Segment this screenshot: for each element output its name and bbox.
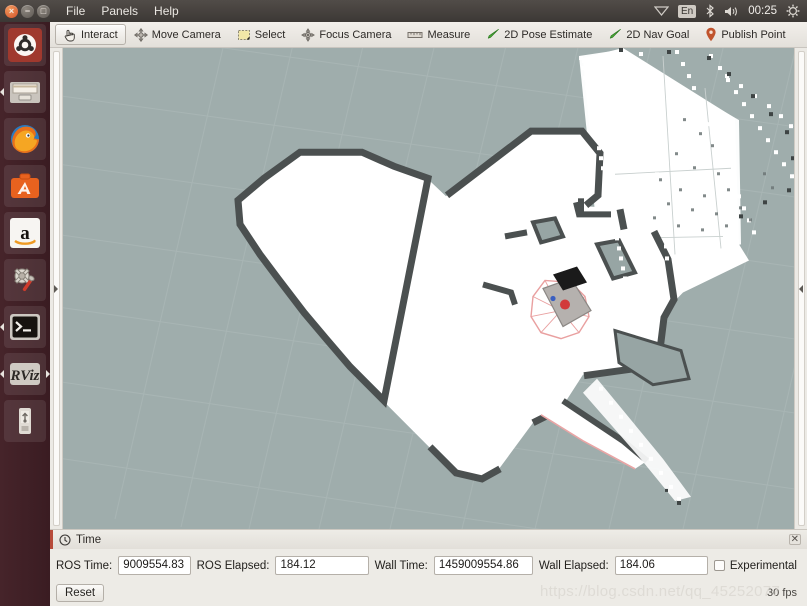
tool-pose-estimate-button[interactable]: 2D Pose Estimate — [478, 24, 600, 45]
tool-pose-estimate-label: 2D Pose Estimate — [504, 28, 593, 41]
network-icon[interactable] — [653, 3, 669, 19]
keyboard-layout-indicator[interactable]: En — [677, 4, 697, 18]
desktop-top-panel: × − □ File Panels Help En 00:25 — [0, 0, 807, 22]
system-tray: En 00:25 — [653, 3, 807, 19]
maximize-icon: □ — [40, 5, 47, 16]
time-panel-header: Time ✕ — [50, 530, 807, 549]
close-icon: × — [8, 5, 15, 16]
tool-select-label: Select — [254, 28, 286, 41]
power-gear-icon[interactable] — [786, 3, 800, 19]
green-arrow-icon — [610, 28, 622, 38]
occupancy-grid-map — [63, 48, 794, 529]
launcher-item-terminal[interactable] — [4, 306, 46, 348]
watermark-text: https://blog.csdn.net/qq_45252077 — [540, 583, 781, 600]
launcher-item-ubuntu-dash[interactable] — [4, 24, 46, 66]
system-settings-icon — [14, 268, 35, 292]
time-panel-close-button[interactable]: ✕ — [788, 534, 801, 545]
clock-icon — [59, 533, 71, 546]
tool-publish-point-label: Publish Point — [721, 28, 786, 41]
window-controls: × − □ — [0, 4, 50, 18]
launcher-item-system-settings[interactable] — [4, 259, 46, 301]
tool-focus-camera-button[interactable]: Focus Camera — [293, 24, 399, 45]
experimental-checkbox[interactable] — [713, 560, 725, 571]
expand-left-panel-arrow-icon — [54, 284, 58, 293]
unity-launcher: a RViz — [0, 0, 50, 606]
amazon-icon: a — [10, 218, 40, 248]
map-pin-icon — [706, 27, 716, 42]
green-arrow-icon — [488, 28, 500, 38]
tool-nav-goal-label: 2D Nav Goal — [626, 28, 690, 41]
wall-time-label: Wall Time: — [374, 559, 428, 572]
time-panel: Time ✕ ROS Time: 9009554.83 ROS Elapsed:… — [50, 529, 807, 606]
robot-axis-marker — [550, 295, 556, 302]
menu-file[interactable]: File — [58, 2, 93, 20]
rviz-window: Interact Move Camera Select Focus Camera… — [50, 22, 807, 606]
rviz-toolbar: Interact Move Camera Select Focus Camera… — [50, 22, 807, 48]
experimental-checkbox-wrap[interactable]: Experimental — [713, 559, 801, 572]
bluetooth-icon[interactable] — [705, 3, 715, 19]
expand-right-panel-arrow-icon — [799, 284, 803, 293]
ros-elapsed-label: ROS Elapsed: — [196, 559, 270, 572]
menu-bar: File Panels Help — [58, 2, 187, 20]
svg-text:RViz: RViz — [10, 368, 40, 384]
ros-time-label: ROS Time: — [56, 559, 113, 572]
launcher-item-firefox[interactable] — [4, 118, 46, 160]
svg-text:a: a — [20, 223, 30, 244]
wall-time-field[interactable]: 1459009554.86 — [433, 556, 533, 575]
tool-publish-point-button[interactable]: Publish Point — [697, 24, 793, 45]
launcher-item-amazon[interactable]: a — [4, 212, 46, 254]
terminal-icon — [10, 314, 40, 340]
tool-select-button[interactable]: Select — [229, 24, 294, 45]
time-fields-row: ROS Time: 9009554.83 ROS Elapsed: 184.12… — [50, 549, 807, 581]
clock-label[interactable]: 00:25 — [748, 5, 777, 17]
launcher-item-software-center[interactable] — [4, 165, 46, 207]
tool-interact-button[interactable]: Interact — [55, 24, 126, 45]
ros-elapsed-field[interactable]: 184.12 — [275, 556, 369, 575]
rviz-3d-view[interactable] — [63, 48, 794, 529]
left-panel-splitter[interactable] — [50, 48, 63, 529]
hand-cursor-icon — [64, 29, 75, 41]
select-rect-icon — [237, 29, 250, 40]
files-icon — [10, 82, 40, 103]
tool-focus-camera-label: Focus Camera — [319, 28, 392, 41]
launcher-item-rviz[interactable]: RViz — [4, 353, 46, 395]
software-center-icon — [11, 173, 39, 198]
tool-measure-label: Measure — [427, 28, 471, 41]
reset-button[interactable]: Reset — [56, 583, 105, 602]
firefox-icon — [11, 125, 40, 154]
window-minimize-button[interactable]: − — [21, 4, 34, 18]
window-close-button[interactable]: × — [5, 4, 18, 18]
window-maximize-button[interactable]: □ — [37, 4, 50, 18]
launcher-item-files[interactable] — [4, 71, 46, 113]
tool-nav-goal-button[interactable]: 2D Nav Goal — [600, 24, 697, 45]
rviz-icon: RViz — [10, 363, 40, 385]
usb-drive-icon — [19, 408, 31, 434]
laser-ray-points — [582, 60, 585, 64]
status-row: Reset https://blog.csdn.net/qq_45252077 … — [50, 581, 807, 606]
move-camera-icon — [133, 27, 148, 42]
ruler-icon — [407, 31, 423, 38]
rviz-view-area — [50, 48, 807, 529]
tool-move-camera-button[interactable]: Move Camera — [126, 24, 229, 45]
experimental-label: Experimental — [729, 559, 797, 572]
ubuntu-dash-icon — [8, 28, 42, 62]
robot-origin-marker — [560, 299, 570, 310]
menu-panels[interactable]: Panels — [93, 2, 146, 20]
right-panel-splitter[interactable] — [794, 48, 807, 529]
fps-label: 30 fps — [767, 586, 797, 599]
volume-icon[interactable] — [724, 3, 739, 19]
tool-move-camera-label: Move Camera — [151, 28, 221, 41]
add-tool-button[interactable] — [804, 24, 807, 45]
tool-measure-button[interactable]: Measure — [399, 24, 478, 45]
focus-camera-icon — [301, 27, 316, 42]
ros-time-field[interactable]: 9009554.83 — [118, 556, 191, 575]
time-panel-title: Time — [76, 533, 102, 546]
wall-elapsed-field[interactable]: 184.06 — [614, 556, 708, 575]
launcher-item-usb-drive[interactable] — [4, 400, 46, 442]
wall-elapsed-label: Wall Elapsed: — [538, 559, 609, 572]
tool-interact-label: Interact — [81, 28, 118, 41]
menu-help[interactable]: Help — [146, 2, 187, 20]
minimize-icon: − — [24, 5, 31, 16]
